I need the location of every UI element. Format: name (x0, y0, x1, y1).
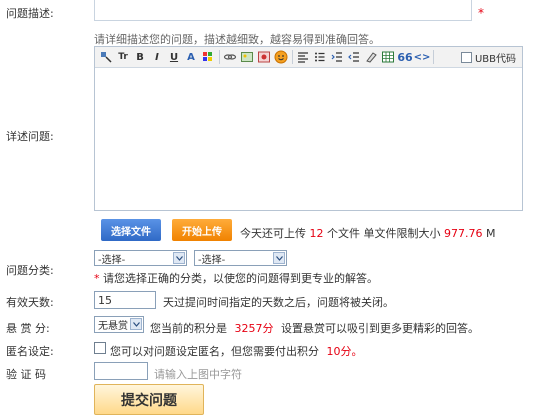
italic-icon[interactable]: I (149, 49, 165, 65)
chevron-down-icon (173, 252, 185, 264)
ubb-checkbox[interactable] (460, 51, 472, 63)
table-icon[interactable] (380, 49, 396, 65)
question-title-input[interactable] (94, 0, 472, 21)
image-icon[interactable] (239, 49, 255, 65)
submit-question-button[interactable]: 提交问题 (94, 384, 204, 415)
label-desc: 问题描述: (6, 7, 54, 20)
captcha-placeholder: 请输入上图中字符 (154, 368, 242, 381)
code-icon[interactable]: <> (414, 49, 431, 65)
label-captcha: 验 证 码 (6, 368, 46, 381)
format-icon[interactable] (98, 49, 114, 65)
label-detail: 详述问题: (6, 130, 54, 143)
list-icon[interactable] (312, 49, 328, 65)
reward-note: 您当前的积分是 3257分 设置悬赏可以吸引到更多更精彩的回答。 (150, 322, 479, 335)
editor-toolbar: Tr B I U A 66 <> UBB代码 (95, 47, 522, 68)
label-reward: 悬 赏 分: (6, 322, 50, 335)
font-size-icon[interactable]: Tr (115, 49, 131, 65)
media-icon[interactable] (256, 49, 272, 65)
color-icon[interactable] (200, 49, 216, 65)
clear-format-icon[interactable] (363, 49, 379, 65)
label-anonymous: 匿名设定: (6, 345, 54, 358)
captcha-input[interactable] (94, 362, 148, 380)
anonymous-checkbox[interactable] (94, 342, 106, 354)
upload-size: 977.76 (444, 227, 483, 240)
upload-info: 今天还可上传 12 个文件 单文件限制大小 977.76 M (240, 227, 496, 240)
bold-icon[interactable]: B (132, 49, 148, 65)
anonymous-note: 您可以对问题设定匿名，但您需要付出积分 10分。 (110, 345, 363, 358)
category-select-2[interactable]: -选择- (194, 250, 287, 266)
required-mark: * (478, 6, 484, 20)
upload-count: 12 (309, 227, 324, 240)
label-category: 问题分类: (6, 264, 54, 277)
choose-file-button[interactable]: 选择文件 (101, 219, 161, 241)
quote-icon[interactable]: 66 (397, 49, 413, 65)
detail-hint: 请详细描述您的问题，描述越细致，越容易得到准确回答。 (94, 33, 380, 46)
reward-select[interactable]: 无悬赏 (94, 316, 144, 333)
valid-days-input[interactable]: 15 (94, 291, 156, 309)
emoticon-icon[interactable] (273, 49, 289, 65)
chevron-down-icon (273, 252, 285, 264)
reward-points: 3257分 (234, 322, 274, 335)
start-upload-button[interactable]: 开始上传 (172, 219, 232, 241)
rich-text-editor[interactable]: Tr B I U A 66 <> UBB代码 (94, 46, 523, 211)
indent-icon[interactable] (329, 49, 345, 65)
underline-icon[interactable]: U (166, 49, 182, 65)
chevron-down-icon (130, 318, 142, 330)
link-icon[interactable] (222, 49, 238, 65)
label-days: 有效天数: (6, 296, 54, 309)
days-note: 天过提问时间指定的天数之后，问题将被关闭。 (163, 296, 394, 309)
ubb-label: UBB代码 (474, 53, 516, 65)
category-note: * 请您选择正确的分类，以使您的问题得到更专业的解答。 (94, 272, 378, 285)
align-left-icon[interactable] (295, 49, 311, 65)
outdent-icon[interactable] (346, 49, 362, 65)
font-name-icon[interactable]: A (183, 49, 199, 65)
ubb-toggle[interactable]: UBB代码 (460, 50, 516, 65)
anonymous-cost: 10分。 (326, 345, 363, 358)
category-select-1[interactable]: -选择- (94, 250, 187, 266)
